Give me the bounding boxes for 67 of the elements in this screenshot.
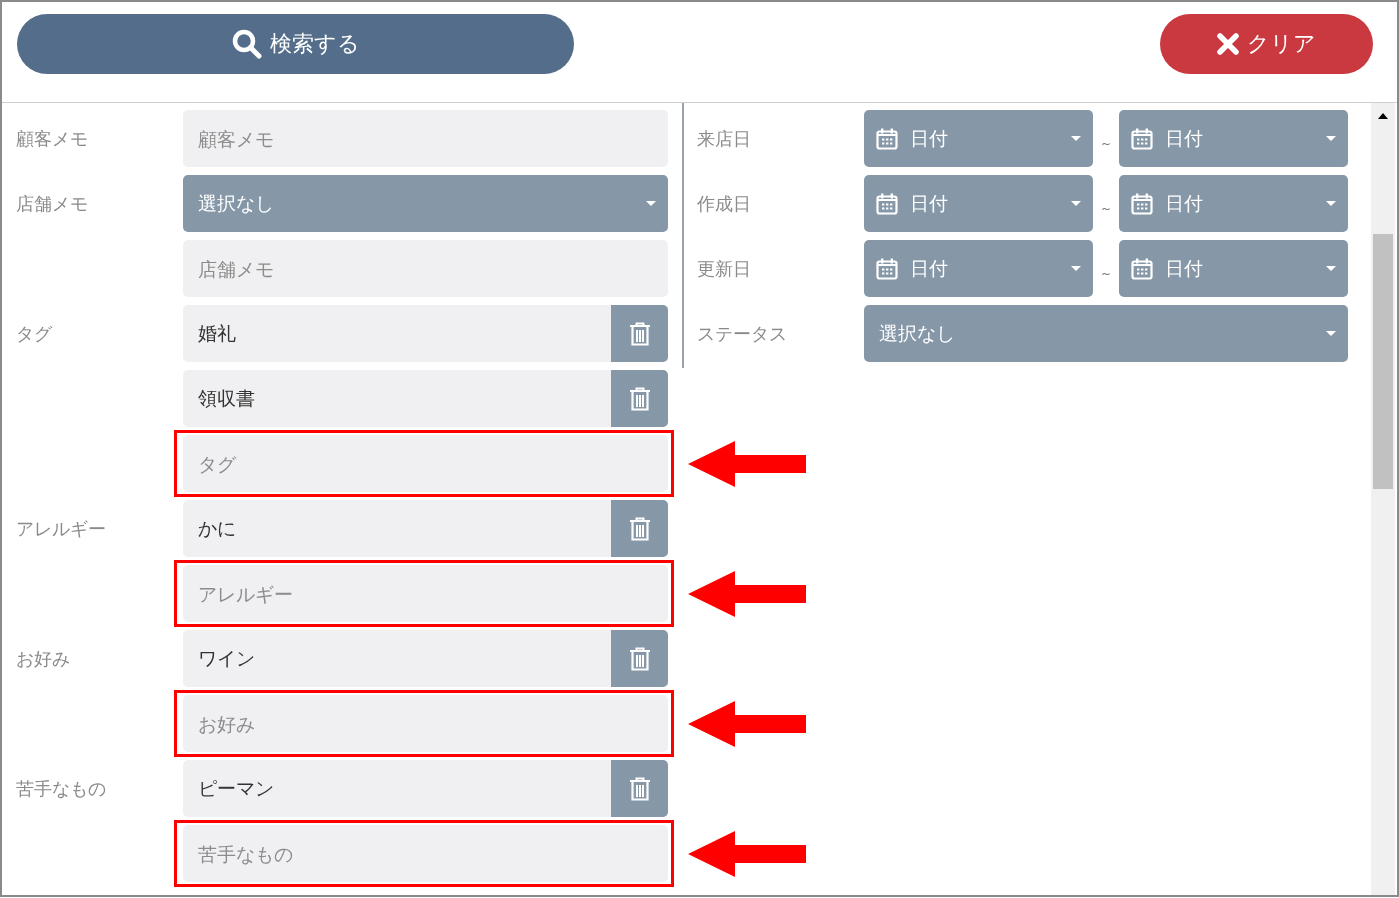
field-label: タグ <box>16 322 53 346</box>
select-dropdown[interactable]: 選択なし <box>864 305 1348 362</box>
arrow-icon <box>688 830 806 877</box>
calendar-icon <box>1131 192 1153 215</box>
trash-icon <box>628 321 651 346</box>
input-field[interactable]: 店舗メモ <box>183 240 668 297</box>
caret-icon <box>1326 266 1336 271</box>
trash-icon <box>628 646 651 671</box>
trash-icon <box>628 776 651 801</box>
scrollbar-thumb[interactable] <box>1373 234 1393 489</box>
input-field[interactable]: 苦手なもの <box>183 825 668 882</box>
delete-button[interactable] <box>611 370 668 427</box>
field-label: 苦手なもの <box>16 777 107 801</box>
field-label: 来店日 <box>697 126 752 151</box>
scroll-up-icon[interactable] <box>1378 113 1388 119</box>
caret-icon <box>1326 136 1336 141</box>
tag-value: かに <box>197 516 237 541</box>
arrow-icon <box>688 570 806 617</box>
tag-value: ワイン <box>197 646 256 671</box>
trash-icon <box>628 516 651 541</box>
field-label: アレルギー <box>16 517 107 541</box>
search-icon <box>231 29 262 59</box>
clear-button[interactable]: クリア <box>1160 14 1373 74</box>
field-label: お好み <box>16 647 71 671</box>
trash-icon <box>628 386 651 411</box>
delete-button[interactable] <box>611 630 668 687</box>
tag-value: ピーマン <box>197 776 275 801</box>
date-dropdown[interactable]: 日付 <box>864 175 1093 232</box>
scrollbar[interactable] <box>1371 103 1395 895</box>
calendar-icon <box>876 257 898 280</box>
input-field[interactable]: アレルギー <box>183 565 668 622</box>
date-dropdown[interactable]: 日付 <box>1119 240 1348 297</box>
caret-icon <box>1326 201 1336 206</box>
field-label: ステータス <box>697 321 788 346</box>
range-separator: ~ <box>1099 265 1113 281</box>
field-label: 更新日 <box>697 256 752 281</box>
range-separator: ~ <box>1099 200 1113 216</box>
caret-icon <box>1071 266 1081 271</box>
calendar-icon <box>1131 257 1153 280</box>
date-dropdown[interactable]: 日付 <box>864 110 1093 167</box>
select-dropdown[interactable]: 選択なし <box>183 175 668 232</box>
calendar-icon <box>876 192 898 215</box>
field-label: 作成日 <box>697 191 752 216</box>
close-icon <box>1217 33 1239 55</box>
arrow-icon <box>688 700 806 747</box>
date-dropdown[interactable]: 日付 <box>864 240 1093 297</box>
calendar-icon <box>876 127 898 150</box>
input-field[interactable]: お好み <box>183 695 668 752</box>
search-button[interactable]: 検索する <box>17 14 574 74</box>
delete-button[interactable] <box>611 305 668 362</box>
field-label: 顧客メモ <box>16 127 89 151</box>
caret-icon <box>1326 331 1336 336</box>
date-dropdown[interactable]: 日付 <box>1119 175 1348 232</box>
input-field[interactable]: 顧客メモ <box>183 110 668 167</box>
delete-button[interactable] <box>611 500 668 557</box>
calendar-icon <box>1131 127 1153 150</box>
tag-value: 領収書 <box>197 386 256 411</box>
caret-icon <box>1071 201 1081 206</box>
tag-value: 婚礼 <box>197 321 237 346</box>
field-label: 店舗メモ <box>16 192 89 216</box>
input-field[interactable]: タグ <box>183 435 668 492</box>
delete-button[interactable] <box>611 760 668 817</box>
arrow-icon <box>688 440 806 487</box>
range-separator: ~ <box>1099 135 1113 151</box>
caret-icon <box>646 201 656 206</box>
caret-icon <box>1071 136 1081 141</box>
date-dropdown[interactable]: 日付 <box>1119 110 1348 167</box>
